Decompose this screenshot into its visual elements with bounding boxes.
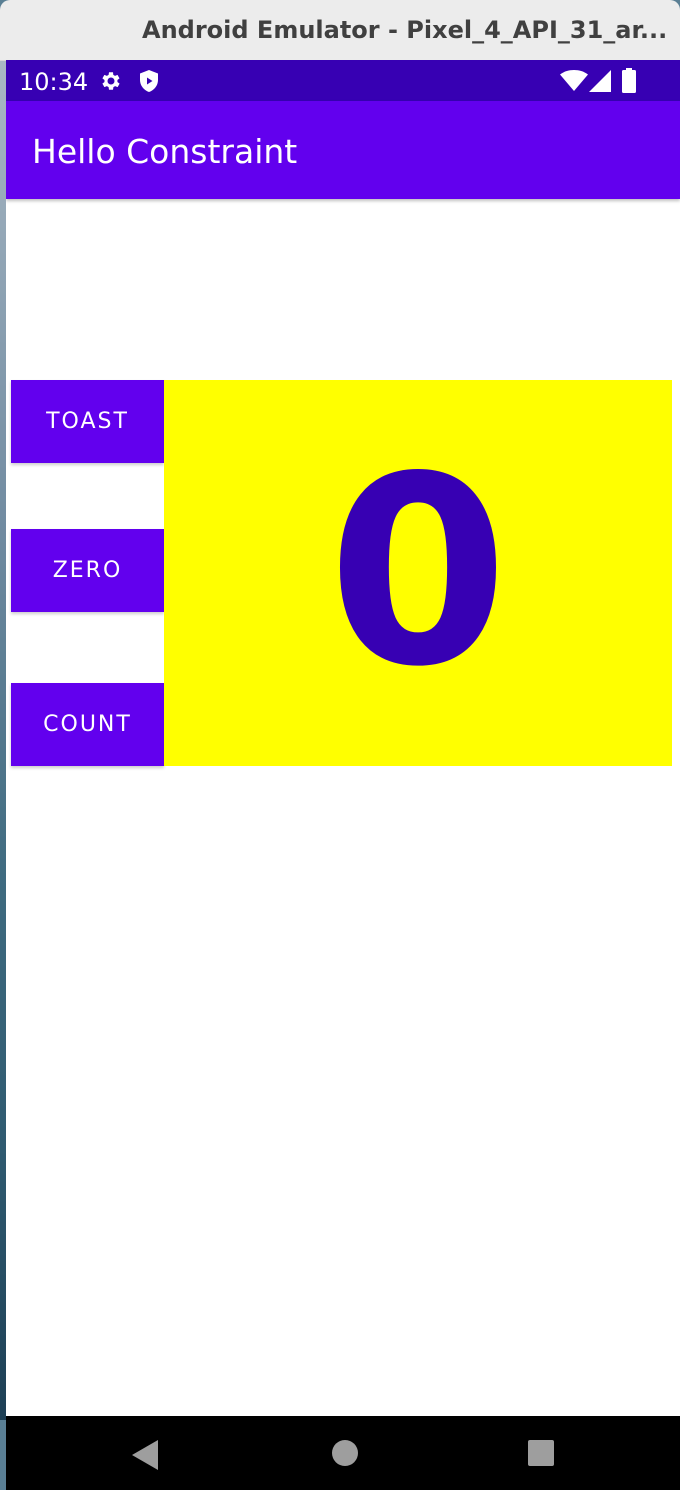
home-icon[interactable] [332,1440,358,1466]
battery-icon [622,68,636,93]
gear-icon [102,72,120,90]
wifi-icon [560,70,588,91]
zero-button[interactable]: ZERO [11,529,164,612]
toast-button[interactable]: TOAST [11,380,164,463]
recents-icon[interactable] [528,1440,554,1466]
status-bar: 10:34 [6,60,680,101]
app-title: Hello Constraint [32,132,298,171]
signal-icon [589,70,611,92]
shield-icon [140,70,158,92]
app-bar: Hello Constraint [6,101,680,199]
back-icon[interactable] [132,1440,160,1470]
phone-screen: 10:34 Hello Constraint TOAST ZERO COUNT … [6,60,680,1490]
navigation-bar [6,1416,680,1490]
emulator-title-bar[interactable]: Android Emulator - Pixel_4_API_31_ar... [0,0,680,61]
show-count-panel: 0 [164,380,672,766]
status-time: 10:34 [19,68,89,96]
window-title: Android Emulator - Pixel_4_API_31_ar... [142,16,668,44]
count-button[interactable]: COUNT [11,683,164,766]
count-value: 0 [327,422,509,724]
